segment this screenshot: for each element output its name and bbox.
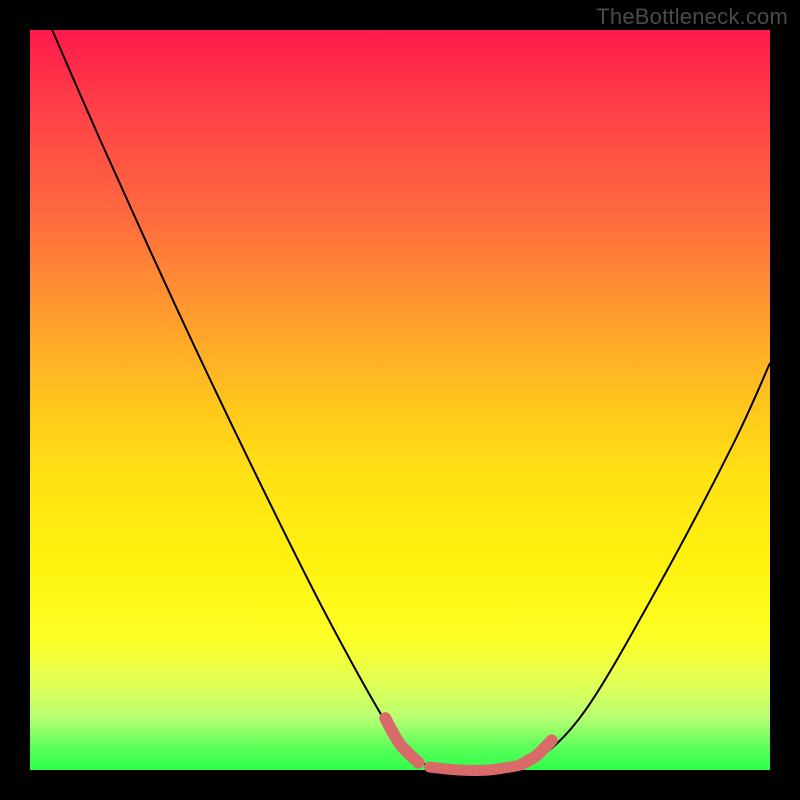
highlight-marker-left bbox=[385, 718, 418, 762]
chart-plot-area bbox=[30, 30, 770, 770]
watermark-text: TheBottleneck.com bbox=[596, 4, 788, 30]
chart-frame: TheBottleneck.com bbox=[0, 0, 800, 800]
chart-svg bbox=[30, 30, 770, 770]
bottleneck-curve-line bbox=[52, 30, 770, 771]
highlight-marker-bottom bbox=[430, 766, 519, 771]
highlight-marker-right bbox=[522, 740, 552, 764]
